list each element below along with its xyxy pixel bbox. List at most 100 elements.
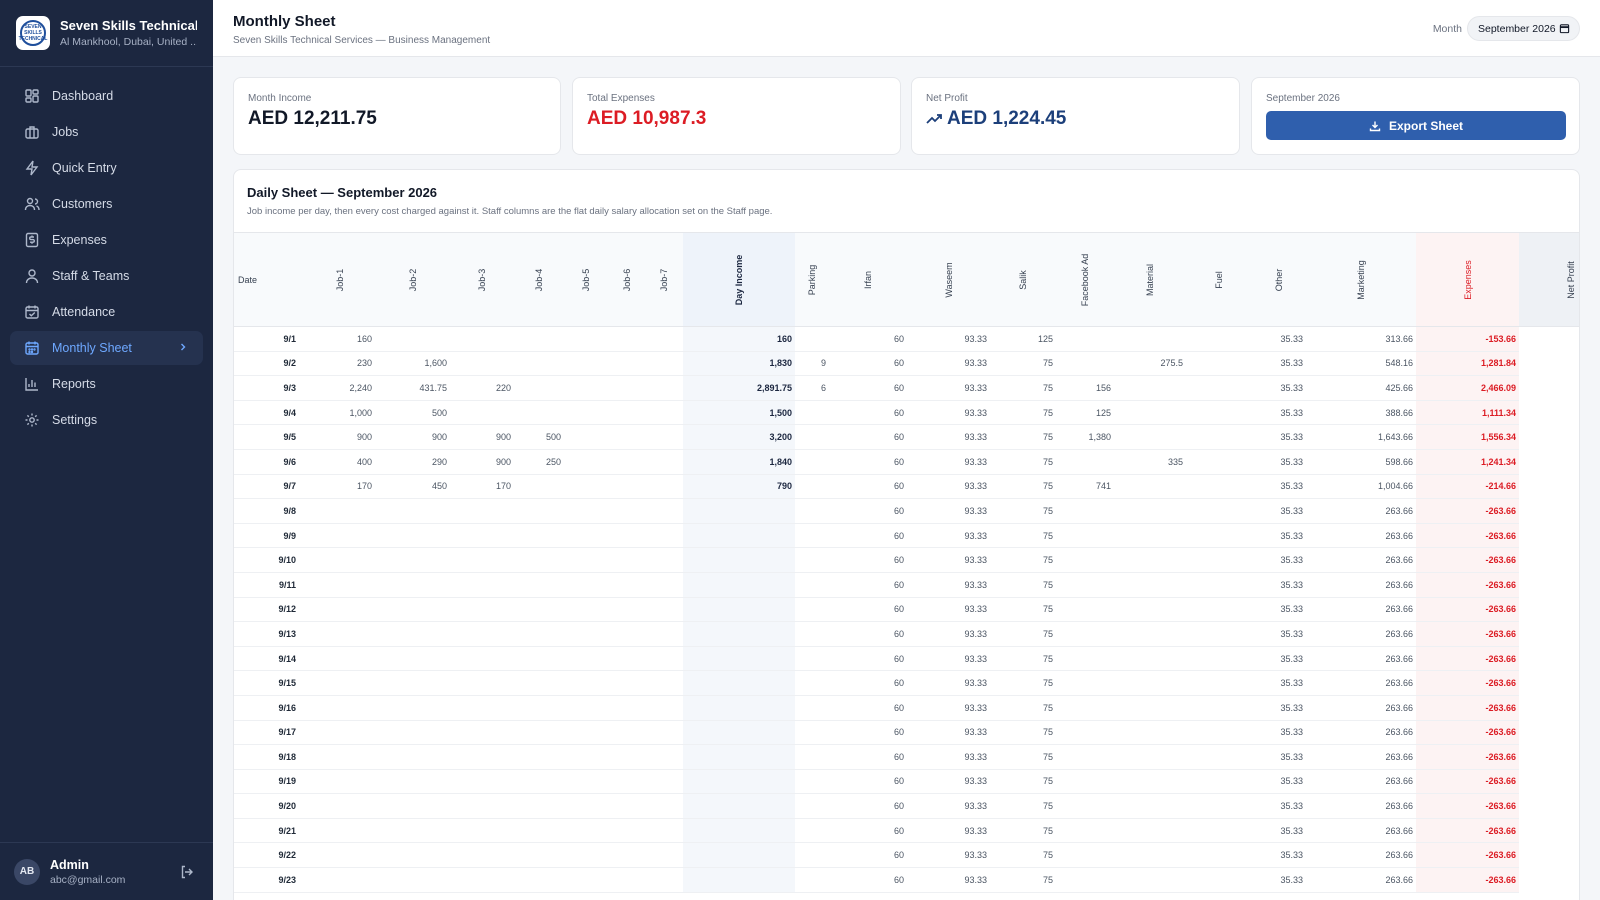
table-cell	[304, 621, 375, 647]
month-picker[interactable]: September 2026	[1467, 16, 1580, 41]
sidebar-item-expenses[interactable]: Expenses	[10, 223, 203, 257]
column-header-expenses[interactable]: Expenses	[1416, 232, 1519, 327]
logout-icon[interactable]	[179, 864, 195, 880]
company-location: Al Mankhool, Dubai, United ...	[60, 36, 197, 48]
table-cell	[608, 793, 645, 819]
table-cell	[375, 547, 450, 573]
table-cell	[450, 351, 514, 377]
column-header-job-6[interactable]: Job-6	[608, 232, 645, 327]
table-cell	[450, 572, 514, 598]
table-cell	[645, 474, 683, 500]
table-cell	[795, 449, 829, 475]
table-cell: 156	[1056, 375, 1114, 401]
table-cell	[450, 793, 514, 819]
table-cell	[608, 375, 645, 401]
sidebar-item-attendance[interactable]: Attendance	[10, 295, 203, 329]
column-header-facebook-ad[interactable]: Facebook Ad	[1056, 232, 1114, 327]
column-header-job-4[interactable]: Job-4	[514, 232, 564, 327]
column-header-salik[interactable]: Salik	[990, 232, 1056, 327]
table-cell: 313.66	[1306, 326, 1416, 352]
sidebar-item-monthly-sheet[interactable]: Monthly Sheet	[10, 331, 203, 365]
column-header-job-2[interactable]: Job-2	[375, 232, 450, 327]
table-cell: 35.33	[1251, 597, 1306, 623]
sidebar-item-customers[interactable]: Customers	[10, 187, 203, 221]
table-cell	[450, 744, 514, 770]
table-cell	[514, 498, 564, 524]
table-cell	[795, 523, 829, 549]
date-cell: 9/13	[234, 621, 304, 647]
sidebar-item-quick-entry[interactable]: Quick Entry	[10, 151, 203, 185]
sidebar-item-dashboard[interactable]: Dashboard	[10, 79, 203, 113]
calendar-icon	[1559, 24, 1570, 34]
table-cell: 93.33	[907, 646, 990, 672]
export-sheet-button[interactable]: Export Sheet	[1266, 111, 1566, 140]
calendar-check-icon	[25, 305, 39, 319]
sidebar-item-settings[interactable]: Settings	[10, 403, 203, 437]
table-cell	[304, 793, 375, 819]
date-cell: 9/20	[234, 793, 304, 819]
column-header-job-7[interactable]: Job-7	[645, 232, 683, 327]
table-cell: -263.66	[1416, 670, 1519, 696]
column-header-job-5[interactable]: Job-5	[564, 232, 608, 327]
table-cell: 60	[829, 670, 907, 696]
table-cell	[1114, 670, 1186, 696]
table-cell: 75	[990, 769, 1056, 795]
table-cell: 263.66	[1306, 842, 1416, 869]
table-cell: -263.66	[1416, 523, 1519, 549]
column-header-marketing[interactable]: Marketing	[1306, 232, 1416, 327]
table-cell	[1114, 818, 1186, 844]
date-cell: 9/18	[234, 744, 304, 770]
table-cell	[450, 547, 514, 573]
table-cell	[683, 818, 795, 844]
table-cell	[564, 744, 608, 770]
table-row: 9/9 60 93.33 75 35.33 263.66 -263.66	[234, 523, 1579, 549]
brand[interactable]: SEVEN SKILLS TECHNICAL Seven Skills Tech…	[0, 0, 213, 67]
table-cell: 75	[990, 621, 1056, 647]
table-cell	[1114, 523, 1186, 549]
column-header-parking[interactable]: Parking	[795, 232, 829, 327]
sidebar-item-staff-teams[interactable]: Staff & Teams	[10, 259, 203, 293]
table-cell	[1114, 842, 1186, 869]
column-header-net-profit[interactable]: Net Profit	[1519, 232, 1579, 327]
column-header-irfan[interactable]: Irfan	[829, 232, 907, 327]
table-cell	[645, 572, 683, 598]
table-cell: 2,891.75	[683, 375, 795, 401]
column-header-other[interactable]: Other	[1251, 232, 1306, 327]
column-header-day-income[interactable]: Day Income	[683, 232, 795, 327]
table-cell	[375, 646, 450, 672]
table-cell: 1,840	[683, 449, 795, 475]
column-header-waseem[interactable]: Waseem	[907, 232, 990, 327]
table-cell: 388.66	[1306, 400, 1416, 426]
sidebar-item-reports[interactable]: Reports	[10, 367, 203, 401]
table-cell	[1056, 523, 1114, 549]
table-cell: 93.33	[907, 670, 990, 696]
dashboard-icon	[25, 89, 39, 103]
column-header-material[interactable]: Material	[1114, 232, 1186, 327]
table-cell	[304, 720, 375, 746]
table-cell	[1114, 720, 1186, 746]
sidebar-item-label: Settings	[52, 413, 98, 427]
table-cell: 900	[450, 424, 514, 450]
column-header-fuel[interactable]: Fuel	[1186, 232, 1251, 327]
table-cell: 900	[375, 424, 450, 450]
table-row: 9/3 2,240 431.75 220 2,891.75 6 60 93.33 75 156 35…	[234, 375, 1579, 401]
date-cell: 9/5	[234, 424, 304, 450]
table-cell	[564, 400, 608, 426]
column-header-job-1[interactable]: Job-1	[304, 232, 375, 327]
column-header-date[interactable]: Date	[234, 232, 304, 327]
table-cell: 160	[683, 326, 795, 352]
column-header-job-3[interactable]: Job-3	[450, 232, 514, 327]
table-cell: 598.66	[1306, 449, 1416, 475]
table-cell	[645, 818, 683, 844]
table-cell: 2,240	[304, 375, 375, 401]
daily-sheet-table-container[interactable]: Date Job-1 Job-2 Job-3 Job-4 Job-5 Job-6 Job-7 D…	[234, 232, 1579, 893]
table-cell: 1,000	[304, 400, 375, 426]
avatar: AB	[14, 858, 40, 885]
column-header-label: Job-5	[581, 268, 591, 291]
sidebar-item-jobs[interactable]: Jobs	[10, 115, 203, 149]
table-cell: 35.33	[1251, 818, 1306, 844]
table-cell	[1186, 523, 1251, 549]
column-header-label: Job-4	[534, 268, 544, 291]
table-cell	[1056, 621, 1114, 647]
table-cell: 290	[375, 449, 450, 475]
